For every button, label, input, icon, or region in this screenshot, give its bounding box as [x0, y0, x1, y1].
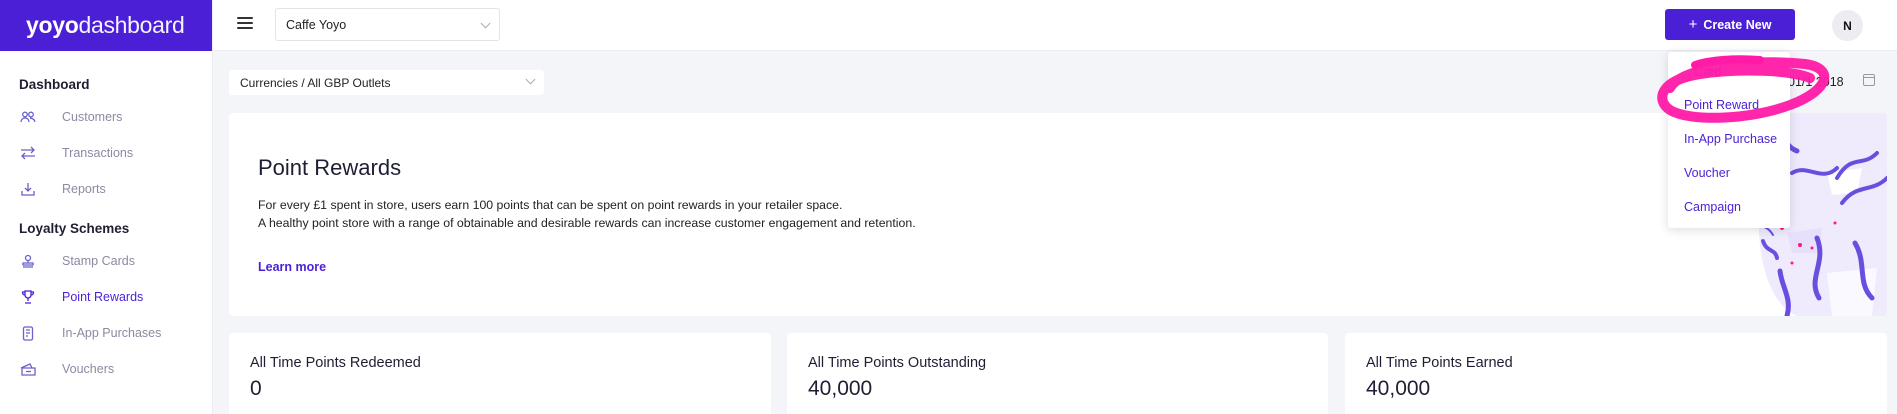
- stat-card-outstanding: All Time Points Outstanding 40,000: [787, 333, 1328, 414]
- sidebar-item-customers[interactable]: Customers: [0, 99, 212, 135]
- menu-item-stamp-card[interactable]: Card: [1684, 65, 1721, 79]
- trophy-icon: [19, 288, 37, 306]
- hero-line-1: For every £1 spent in store, users earn …: [258, 198, 843, 212]
- menu-item-campaign[interactable]: Campaign: [1684, 200, 1741, 214]
- stat-label: All Time Points Redeemed: [250, 355, 421, 371]
- hero-description: For every £1 spent in store, users earn …: [258, 196, 916, 232]
- phone-icon: [19, 324, 37, 342]
- point-rewards-hero: Point Rewards For every £1 spent in stor…: [229, 113, 1887, 316]
- sidebar: yoyo dashboard Dashboard Customers Transa…: [0, 0, 213, 414]
- stat-card-earned: All Time Points Earned 40,000: [1345, 333, 1887, 414]
- sidebar-item-label: Stamp Cards: [62, 254, 135, 268]
- stat-value: 0: [250, 377, 262, 400]
- currency-select-value: Currencies / All GBP Outlets: [240, 75, 391, 90]
- sidebar-item-label: Vouchers: [62, 362, 115, 376]
- create-new-button[interactable]: + Create New: [1665, 9, 1795, 40]
- menu-item-voucher[interactable]: Voucher: [1684, 166, 1730, 180]
- store-select-value: Caffe Yoyo: [286, 17, 347, 32]
- sidebar-item-vouchers[interactable]: Vouchers: [0, 351, 212, 387]
- stat-value: 40,000: [1366, 377, 1431, 400]
- date-range-value[interactable]: 01/1 2018: [1788, 75, 1844, 89]
- avatar[interactable]: N: [1832, 10, 1863, 41]
- top-bar: Caffe Yoyo: [213, 0, 1897, 51]
- create-new-label: Create New: [1703, 17, 1772, 32]
- create-new-menu: Card Point Reward In-App Purchase Vouche…: [1668, 52, 1790, 228]
- stat-label: All Time Points Outstanding: [808, 355, 987, 371]
- plus-icon: +: [1688, 16, 1698, 33]
- currency-select[interactable]: Currencies / All GBP Outlets: [229, 70, 544, 95]
- sidebar-item-transactions[interactable]: Transactions: [0, 135, 212, 171]
- sidebar-item-label: Reports: [62, 182, 106, 196]
- section-dashboard: Dashboard: [19, 77, 90, 92]
- menu-item-point-reward[interactable]: Point Reward: [1684, 98, 1759, 112]
- section-loyalty-schemes: Loyalty Schemes: [19, 221, 130, 236]
- ticket-icon: [19, 360, 37, 378]
- logo-dashboard: dashboard: [78, 12, 185, 38]
- stamp-icon: [19, 252, 37, 270]
- sidebar-item-label: In-App Purchases: [62, 326, 162, 340]
- logo[interactable]: yoyo dashboard: [0, 0, 212, 51]
- logo-yoyo: yoyo: [26, 12, 79, 38]
- calendar-icon[interactable]: [1863, 74, 1875, 86]
- sidebar-item-in-app-purchases[interactable]: In-App Purchases: [0, 315, 212, 351]
- sidebar-item-point-rewards[interactable]: Point Rewards: [0, 279, 212, 315]
- hero-line-2: A healthy point store with a range of ob…: [258, 216, 916, 230]
- chevron-down-icon: [525, 74, 536, 85]
- sidebar-item-label: Transactions: [62, 146, 134, 160]
- menu-item-in-app-purchase[interactable]: In-App Purchase: [1684, 132, 1777, 146]
- menu-icon[interactable]: [237, 17, 253, 31]
- page-title: Point Rewards: [258, 155, 402, 180]
- chevron-down-icon: [480, 18, 491, 29]
- stat-value: 40,000: [808, 377, 873, 400]
- sidebar-item-reports[interactable]: Reports: [0, 171, 212, 207]
- learn-more-link[interactable]: Learn more: [258, 260, 326, 274]
- arrows-icon: [19, 144, 37, 162]
- sidebar-item-label: Point Rewards: [62, 290, 144, 304]
- users-icon: [19, 108, 37, 126]
- sidebar-item-stamp-cards[interactable]: Stamp Cards: [0, 243, 212, 279]
- sidebar-item-label: Customers: [62, 110, 123, 124]
- download-icon: [19, 180, 37, 198]
- stat-card-redeemed: All Time Points Redeemed 0: [229, 333, 771, 414]
- stat-label: All Time Points Earned: [1366, 355, 1513, 371]
- store-select[interactable]: Caffe Yoyo: [275, 8, 500, 41]
